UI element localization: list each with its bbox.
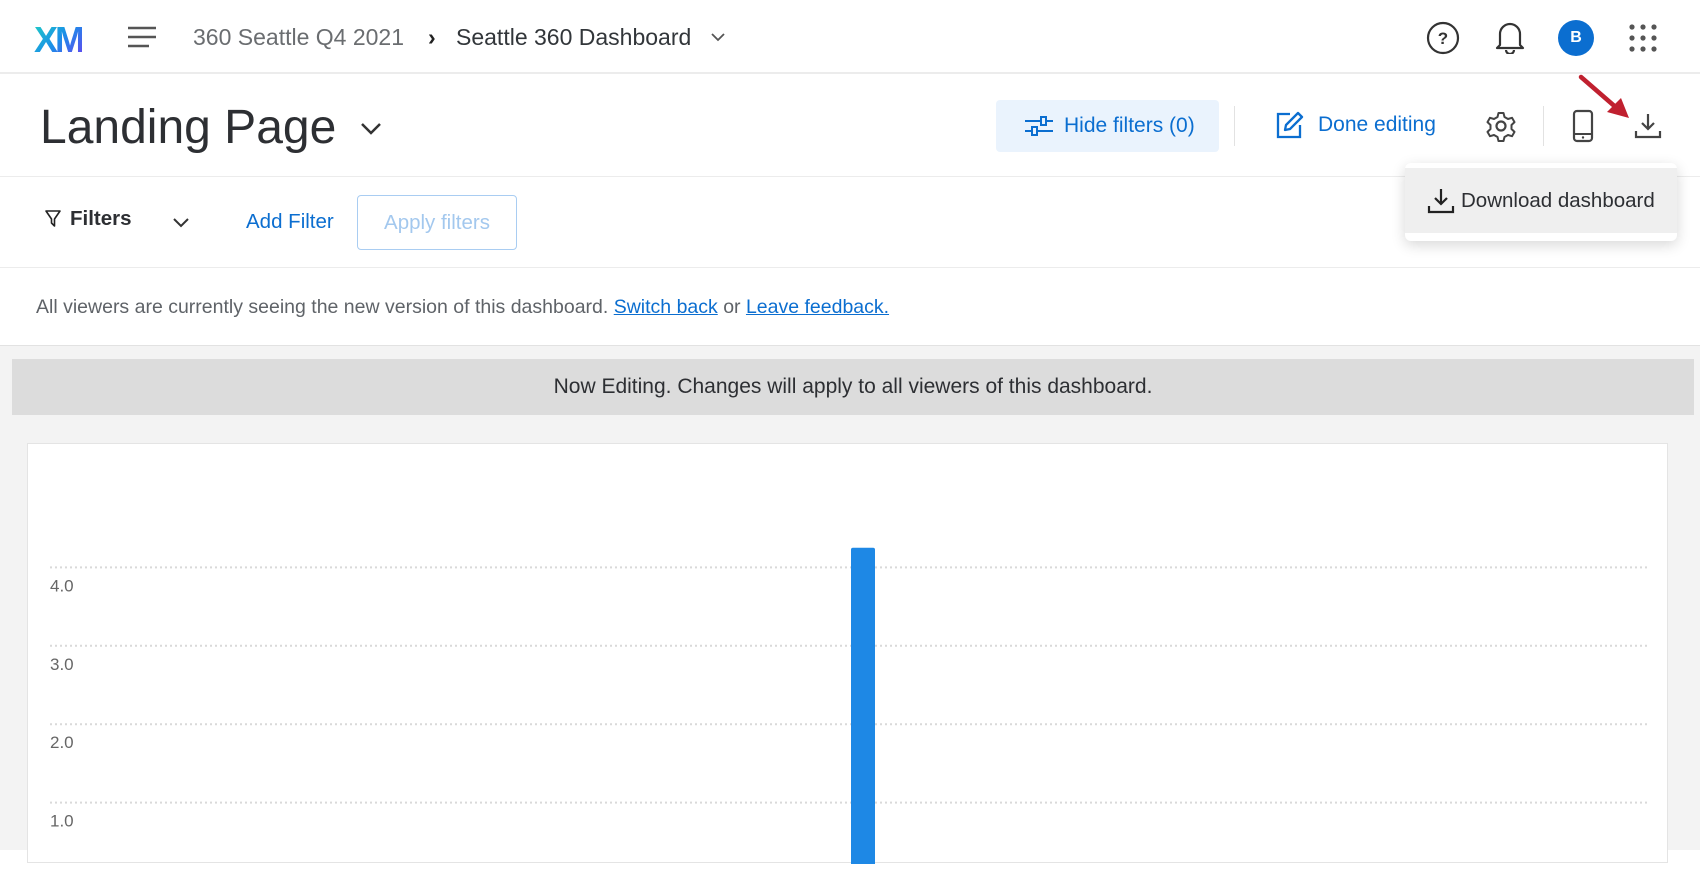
download-dashboard-label: Download dashboard bbox=[1461, 188, 1655, 212]
app-grid-icon[interactable] bbox=[1628, 23, 1658, 53]
hide-filters-label: Hide filters (0) bbox=[1064, 114, 1195, 137]
done-editing-label: Done editing bbox=[1318, 113, 1436, 136]
page-selector-chevron-icon[interactable] bbox=[360, 122, 382, 136]
bar[interactable] bbox=[851, 547, 875, 869]
divider bbox=[1543, 106, 1544, 146]
xm-logo[interactable]: XM bbox=[34, 19, 85, 61]
download-dashboard-menu-item[interactable]: Download dashboard bbox=[1405, 168, 1677, 233]
editing-banner: Now Editing. Changes will apply to all v… bbox=[12, 359, 1694, 415]
y-tick-label: 1.0 bbox=[50, 812, 74, 831]
version-notice: All viewers are currently seeing the new… bbox=[36, 296, 889, 319]
leave-feedback-link[interactable]: Leave feedback. bbox=[746, 296, 889, 318]
download-icon[interactable] bbox=[1634, 112, 1662, 140]
y-tick-label: 4.0 bbox=[50, 576, 74, 595]
settings-gear-icon[interactable] bbox=[1485, 110, 1517, 142]
chart-widget[interactable]: 1.0 2.0 3.0 4.0 bbox=[27, 443, 1668, 869]
hamburger-menu-icon[interactable] bbox=[126, 22, 158, 52]
switch-back-link[interactable]: Switch back bbox=[614, 296, 718, 318]
svg-text:?: ? bbox=[1438, 29, 1448, 48]
filters-chevron-icon[interactable] bbox=[172, 217, 190, 229]
filters-toggle[interactable]: Filters bbox=[44, 207, 132, 231]
add-filter-link[interactable]: Add Filter bbox=[246, 210, 334, 234]
funnel-icon bbox=[45, 210, 61, 227]
divider bbox=[1234, 106, 1235, 146]
hide-filters-button[interactable]: Hide filters (0) bbox=[996, 100, 1219, 152]
y-tick-label: 2.0 bbox=[50, 733, 74, 752]
top-bar: XM 360 Seattle Q4 2021 › Seattle 360 Das… bbox=[0, 0, 1700, 74]
apply-filters-button[interactable]: Apply filters bbox=[357, 195, 517, 250]
notice-text: All viewers are currently seeing the new… bbox=[36, 296, 609, 318]
done-editing-button[interactable]: Done editing bbox=[1274, 110, 1436, 140]
breadcrumb-project[interactable]: 360 Seattle Q4 2021 bbox=[193, 24, 404, 51]
page-title[interactable]: Landing Page bbox=[40, 100, 336, 155]
edit-pencil-icon bbox=[1276, 111, 1304, 139]
annotation-arrow-icon bbox=[1578, 74, 1629, 118]
bar-chart: 1.0 2.0 3.0 4.0 bbox=[50, 547, 1648, 869]
chevron-down-icon[interactable] bbox=[710, 32, 726, 42]
breadcrumb-separator-icon: › bbox=[428, 24, 436, 50]
filters-label: Filters bbox=[70, 207, 132, 230]
help-icon[interactable]: ? bbox=[1426, 21, 1460, 55]
download-icon bbox=[1427, 188, 1455, 213]
filter-sliders-icon bbox=[1025, 116, 1053, 136]
notice-or: or bbox=[723, 296, 741, 318]
notification-bell-icon[interactable] bbox=[1494, 20, 1526, 54]
breadcrumb-dashboard[interactable]: Seattle 360 Dashboard bbox=[456, 24, 691, 51]
y-tick-label: 3.0 bbox=[50, 655, 74, 674]
user-avatar[interactable]: B bbox=[1558, 20, 1594, 56]
download-dropdown-menu: Download dashboard bbox=[1405, 163, 1677, 241]
